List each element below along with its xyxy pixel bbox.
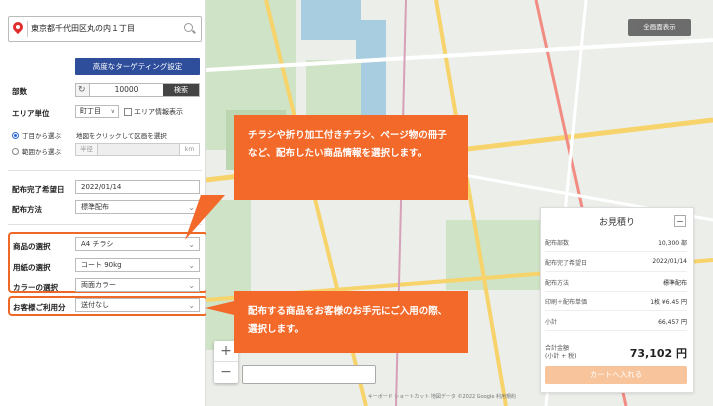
method-value: 標準配布 <box>81 203 109 211</box>
area-info-label: エリア情報表示 <box>134 108 183 116</box>
area-info-checkbox[interactable]: エリア情報表示 <box>124 107 183 117</box>
radio-by-block-label: 丁目から選ぶ <box>22 132 61 140</box>
estimate-title: お見積り <box>598 218 635 228</box>
callout-pointer <box>185 195 225 240</box>
method-label: 配布方法 <box>12 205 42 214</box>
estimate-row: 小計 66,457 円 <box>545 317 687 331</box>
estimate-row: 配布方法 標準配布 <box>545 278 687 292</box>
search-icon[interactable] <box>183 22 197 36</box>
radius-label: 半径 <box>76 144 98 155</box>
estimate-panel: お見積り 配布部数 10,300 部 配布完了希望日 2022/01/14 配布方法… <box>540 207 694 393</box>
paper-value: コート 90kg <box>81 261 122 269</box>
estimate-row: 印刷＋配布単価 1枚 ¥6.45 円 <box>545 297 687 311</box>
divider <box>8 170 202 171</box>
product-select[interactable]: A4 チラシ ⌄ <box>75 237 200 251</box>
date-value: 2022/01/14 <box>81 183 122 191</box>
count-value[interactable]: 10000 <box>90 84 163 96</box>
address-search-box[interactable]: 東京都千代田区丸の内１丁目 <box>8 16 202 42</box>
add-to-cart-button[interactable]: カートへ入れる <box>545 366 687 384</box>
divider <box>8 224 202 225</box>
radio-icon[interactable] <box>12 131 19 139</box>
count-search-button[interactable]: 検索 <box>163 84 199 96</box>
total-value: 73,102 円 <box>629 347 687 360</box>
advanced-targeting-button[interactable]: 高度なターゲティング設定 <box>75 58 200 75</box>
count-label: 部数 <box>12 87 27 96</box>
radius-input[interactable] <box>98 144 179 155</box>
estimate-total: 合計金額 (小計 + 税) 73,102 円 <box>545 345 687 361</box>
product-label: 商品の選択 <box>13 242 51 251</box>
product-value: A4 チラシ <box>81 240 114 248</box>
usage-value: 送付なし <box>81 301 109 309</box>
color-value: 両面カラー <box>81 281 116 289</box>
color-label: カラーの選択 <box>13 283 58 292</box>
area-unit-select[interactable]: 町丁目 <box>75 105 119 118</box>
area-unit-label: エリア単位 <box>12 109 50 118</box>
reset-icon[interactable] <box>76 84 90 96</box>
address-input[interactable]: 東京都千代田区丸の内１丁目 <box>27 21 183 37</box>
map-pin-icon <box>13 22 23 36</box>
map-text-box[interactable] <box>242 365 376 384</box>
total-label: 合計金額 (小計 + 税) <box>545 345 577 360</box>
paper-label: 用紙の選択 <box>13 263 51 272</box>
usage-select[interactable]: 送付なし ⌄ <box>75 298 200 312</box>
date-field[interactable]: 2022/01/14 <box>75 180 200 194</box>
count-field[interactable]: 10000 検索 <box>75 83 200 97</box>
date-label: 配布完了希望日 <box>12 185 65 194</box>
settings-panel: 東京都千代田区丸の内１丁目 高度なターゲティング設定 部数 10000 検索 エ… <box>0 0 208 406</box>
radio-by-radius-label: 範囲から選ぶ <box>22 148 61 156</box>
callout-pointer <box>205 301 234 315</box>
paper-select[interactable]: コート 90kg ⌄ <box>75 258 200 272</box>
radio-hint: 地図をクリックして区画を選択 <box>76 132 167 140</box>
estimate-row: 配布部数 10,300 部 <box>545 238 687 252</box>
radius-unit: km <box>179 144 199 155</box>
usage-label: お客様ご利用分 <box>13 303 66 312</box>
radius-field[interactable]: 半径 km <box>75 143 200 156</box>
estimate-row: 配布完了希望日 2022/01/14 <box>545 258 687 272</box>
zoom-out-button[interactable]: − <box>214 362 238 383</box>
radio-icon[interactable] <box>12 147 19 155</box>
fullscreen-button[interactable]: 全画面表示 <box>628 19 691 36</box>
radio-by-block[interactable]: 丁目から選ぶ <box>12 130 61 140</box>
method-select[interactable]: 標準配布 ⌄ <box>75 200 200 214</box>
callout-product-info: チラシや折り加工付きチラシ、ページ物の冊子など、配布したい商品情報を選択します。 <box>234 115 468 200</box>
map-attribution: キーボード ショートカット 地図データ ©2022 Google 利用規約 <box>367 394 516 400</box>
radio-by-radius[interactable]: 範囲から選ぶ <box>12 146 61 156</box>
checkbox-icon[interactable] <box>124 108 132 116</box>
callout-usage-info: 配布する商品をお客様のお手元にご入用の際、選択します。 <box>234 291 468 353</box>
color-select[interactable]: 両面カラー ⌄ <box>75 278 200 292</box>
minimize-icon[interactable] <box>674 215 686 227</box>
